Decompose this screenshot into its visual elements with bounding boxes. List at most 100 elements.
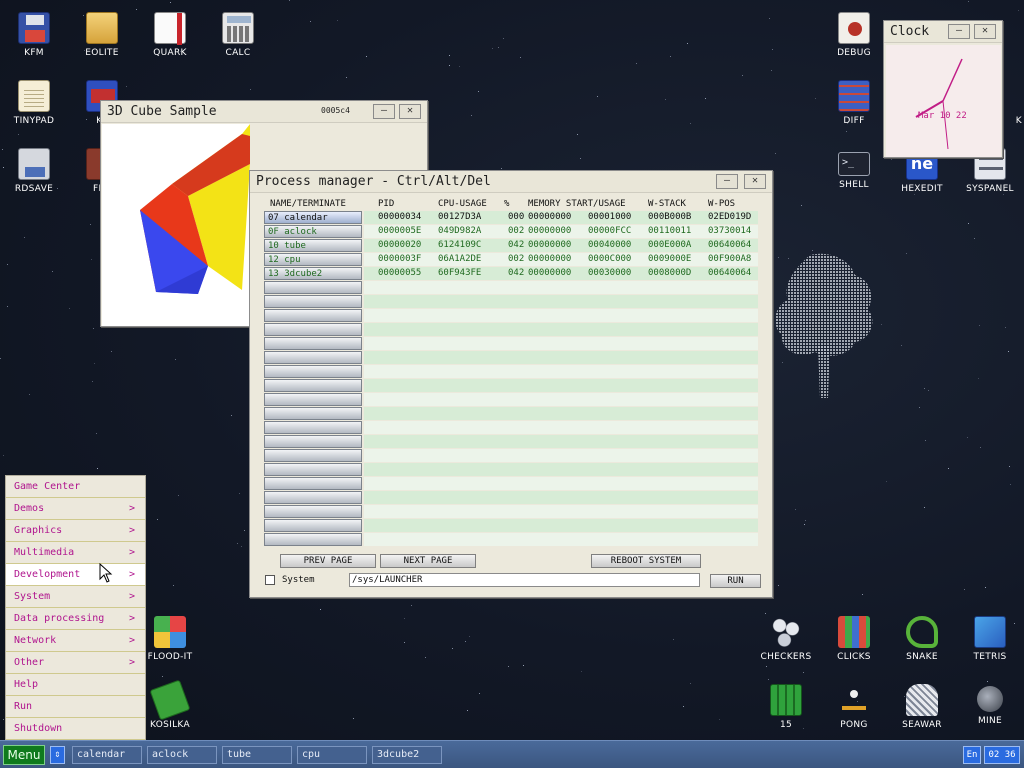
process-table: NAME/TERMINATE PID CPU-USAGE % MEMORY ST… xyxy=(262,197,772,547)
desktop-icon-kfm[interactable]: KFM xyxy=(0,4,68,66)
empty-slot-button[interactable] xyxy=(264,337,362,350)
clock-window-titlebar[interactable]: Clock — ✕ xyxy=(884,21,1002,43)
empty-slot-button[interactable] xyxy=(264,309,362,322)
column-header-cpu: CPU-USAGE xyxy=(438,199,487,209)
process-name: aclock xyxy=(284,227,317,237)
process-row[interactable]: 10 tube 00000020 6124109C 042 00000000 000400… xyxy=(262,239,772,253)
process-manager-titlebar[interactable]: Process manager - Ctrl/Alt/Del — ✕ xyxy=(250,171,772,193)
taskbar-task-cpu[interactable]: cpu xyxy=(297,746,367,764)
process-row[interactable]: 07 calendar 00000034 00127D3A 000 00000000 00… xyxy=(262,211,772,225)
menu-item-data-processing[interactable]: Data processing > xyxy=(6,608,145,630)
system-checkbox[interactable] xyxy=(265,575,275,585)
desktop-icon-mine[interactable]: MINE xyxy=(956,676,1024,738)
terminate-process-button[interactable]: 07 calendar xyxy=(264,211,362,224)
prev-page-button[interactable]: PREV PAGE xyxy=(280,554,376,568)
process-manager-window[interactable]: Process manager - Ctrl/Alt/Del — ✕ NAME/… xyxy=(249,170,773,598)
process-slot: 0F xyxy=(268,227,285,237)
menu-item-multimedia[interactable]: Multimedia > xyxy=(6,542,145,564)
desktop-icon-pong[interactable]: PONG xyxy=(820,676,888,738)
terminate-process-button[interactable]: 10 tube xyxy=(264,239,362,252)
desktop-icon-debug[interactable]: DEBUG xyxy=(820,4,888,66)
minimize-button[interactable]: — xyxy=(373,104,395,119)
terminate-process-button[interactable]: 12 cpu xyxy=(264,253,362,266)
taskbar-task-tube[interactable]: tube xyxy=(222,746,292,764)
taskbar-task-3dcube2[interactable]: 3dcube2 xyxy=(372,746,442,764)
empty-slot-button[interactable] xyxy=(264,533,362,546)
menu-item-network[interactable]: Network > xyxy=(6,630,145,652)
empty-slot-button[interactable] xyxy=(264,435,362,448)
desktop-icon-kosilka[interactable]: KOSILKA xyxy=(136,676,204,738)
cell-wstack: 00110011 xyxy=(648,226,692,236)
empty-slot-button[interactable] xyxy=(264,463,362,476)
empty-slot-button[interactable] xyxy=(264,477,362,490)
desktop-icon-calc[interactable]: CALC xyxy=(204,4,272,66)
desktop-icon-label: MINE xyxy=(977,716,1003,726)
switch-windows-button[interactable]: ⇕ xyxy=(50,746,65,764)
process-row[interactable]: 0F aclock 0000005E 049D982A 002 00000000 0000… xyxy=(262,225,772,239)
disk-save-icon xyxy=(18,148,50,180)
desktop-icon-snake[interactable]: SNAKE xyxy=(888,608,956,670)
desktop-icon-tinypad[interactable]: TINYPAD xyxy=(0,72,68,134)
clock-window[interactable]: Clock — ✕ Mar 10 22 xyxy=(883,20,1003,158)
cube-window-titlebar[interactable]: 3D Cube Sample 0005c4 — ✕ xyxy=(101,101,427,123)
row-background xyxy=(364,449,758,462)
minimize-button[interactable]: — xyxy=(948,24,970,39)
language-indicator[interactable]: En xyxy=(963,746,981,764)
desktop-icon-tetris[interactable]: TETRIS xyxy=(956,608,1024,670)
empty-slot-button[interactable] xyxy=(264,295,362,308)
next-page-button[interactable]: NEXT PAGE xyxy=(380,554,476,568)
desktop-icon-seawar[interactable]: SEAWAR xyxy=(888,676,956,738)
menu-item-system[interactable]: System > xyxy=(6,586,145,608)
desktop-icon-rdsave[interactable]: RDSAVE xyxy=(0,140,68,202)
menu-button[interactable]: Menu xyxy=(3,745,45,765)
menu-item-other[interactable]: Other > xyxy=(6,652,145,674)
empty-slot-button[interactable] xyxy=(264,281,362,294)
empty-slot-button[interactable] xyxy=(264,407,362,420)
menu-item-game-center[interactable]: Game Center xyxy=(6,476,145,498)
desktop-icon-checkers[interactable]: CHECKERS xyxy=(752,608,820,670)
menu-item-run[interactable]: Run xyxy=(6,696,145,718)
empty-slot-button[interactable] xyxy=(264,365,362,378)
run-button[interactable]: RUN xyxy=(710,574,761,588)
empty-slot-button[interactable] xyxy=(264,393,362,406)
desktop-icon-quark[interactable]: QUARK xyxy=(136,4,204,66)
desktop-icon-label: SHELL xyxy=(839,180,869,190)
menu-item-graphics[interactable]: Graphics > xyxy=(6,520,145,542)
taskbar-task-calendar[interactable]: calendar xyxy=(72,746,142,764)
desktop-icon-clicks[interactable]: CLICKS xyxy=(820,608,888,670)
run-path-input[interactable]: /sys/LAUNCHER xyxy=(349,573,700,587)
taskbar-clock[interactable]: 02 36 xyxy=(984,746,1020,764)
empty-slot-button[interactable] xyxy=(264,491,362,504)
empty-slot-button[interactable] xyxy=(264,421,362,434)
menu-item-help[interactable]: Help xyxy=(6,674,145,696)
desktop-icon-floodit[interactable]: FLOOD-IT xyxy=(136,608,204,670)
empty-slot-button[interactable] xyxy=(264,519,362,532)
terminate-process-button[interactable]: 0F aclock xyxy=(264,225,362,238)
close-button[interactable]: ✕ xyxy=(399,104,421,119)
cell-wpos: 00F900A8 xyxy=(708,254,752,264)
menu-item-shutdown[interactable]: Shutdown xyxy=(6,718,145,740)
process-name: 3dcube2 xyxy=(284,269,323,279)
empty-slot-button[interactable] xyxy=(264,505,362,518)
empty-slot-button[interactable] xyxy=(264,323,362,336)
empty-slot-button[interactable] xyxy=(264,379,362,392)
desktop-icon-label: QUARK xyxy=(153,48,187,58)
close-button[interactable]: ✕ xyxy=(974,24,996,39)
close-button[interactable]: ✕ xyxy=(744,174,766,189)
process-row[interactable]: 12 cpu 0000003F 06A1A2DE 002 00000000 0000C00… xyxy=(262,253,772,267)
clock-date: Mar 10 22 xyxy=(918,111,967,121)
desktop-icon-label: CHECKERS xyxy=(760,652,812,662)
process-row[interactable]: 13 3dcube2 00000055 60F943FE 042 00000000 000… xyxy=(262,267,772,281)
desktop-icon-15[interactable]: 15 xyxy=(752,676,820,738)
desktop-icon-diff[interactable]: DIFF xyxy=(820,72,888,134)
empty-slot-button[interactable] xyxy=(264,449,362,462)
desktop-icon-eolite[interactable]: EOLITE xyxy=(68,4,136,66)
empty-slot-button[interactable] xyxy=(264,351,362,364)
desktop-icon-shell[interactable]: >_ SHELL xyxy=(820,140,888,202)
menu-item-demos[interactable]: Demos > xyxy=(6,498,145,520)
terminate-process-button[interactable]: 13 3dcube2 xyxy=(264,267,362,280)
reboot-system-button[interactable]: REBOOT SYSTEM xyxy=(591,554,701,568)
menu-item-development[interactable]: Development > xyxy=(6,564,145,586)
minimize-button[interactable]: — xyxy=(716,174,738,189)
taskbar-task-aclock[interactable]: aclock xyxy=(147,746,217,764)
